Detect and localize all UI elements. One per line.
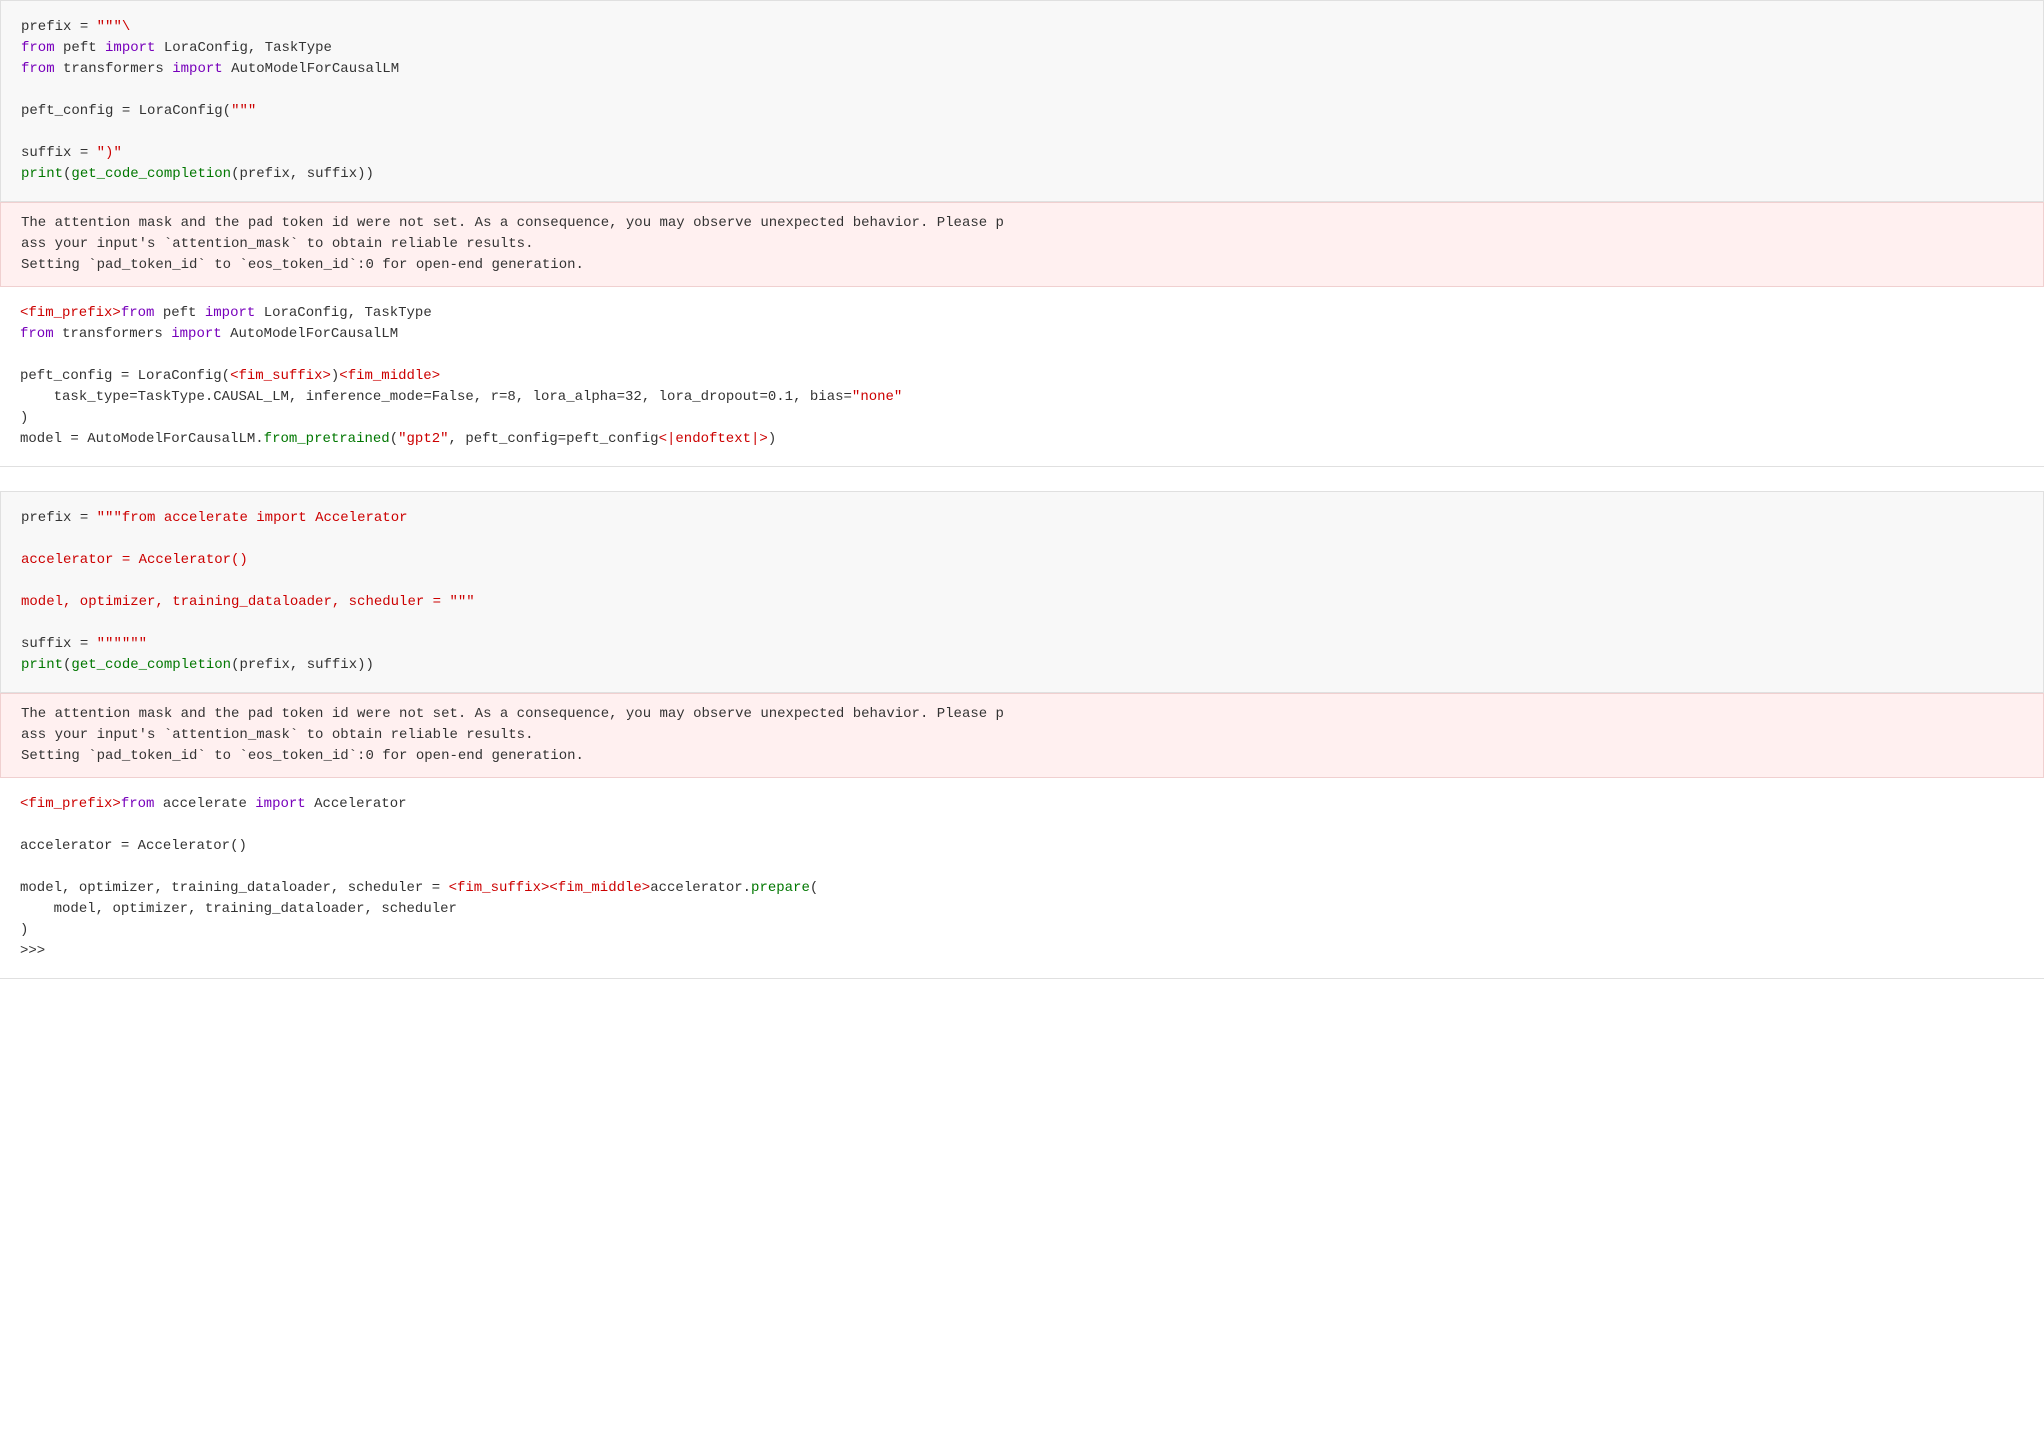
output-block-1: <fim_prefix>from peft import LoraConfig,… <box>0 287 2044 467</box>
code-block-2: prefix = """from accelerate import Accel… <box>0 491 2044 693</box>
output-block-2: <fim_prefix>from accelerate import Accel… <box>0 778 2044 979</box>
warning-block-1: The attention mask and the pad token id … <box>0 202 2044 287</box>
warning-block-2: The attention mask and the pad token id … <box>0 693 2044 778</box>
page-container: prefix = """\ from peft import LoraConfi… <box>0 0 2044 1438</box>
section-gap <box>0 467 2044 491</box>
code-block-1: prefix = """\ from peft import LoraConfi… <box>0 0 2044 202</box>
